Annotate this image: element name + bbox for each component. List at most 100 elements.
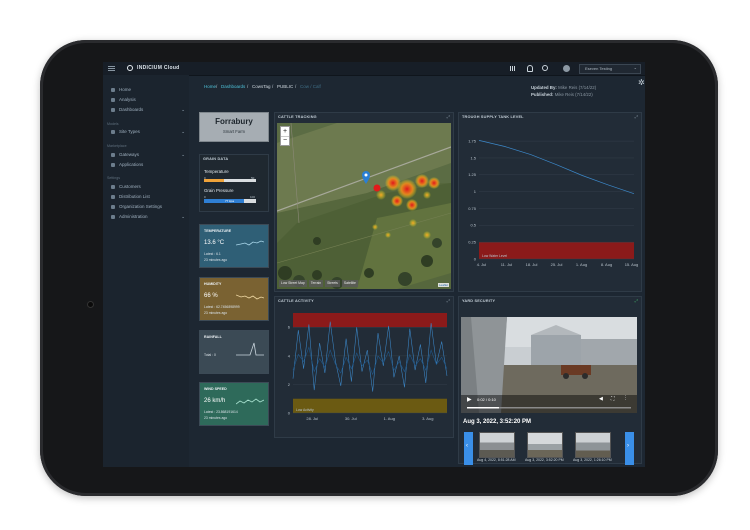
cattle-activity-chart: Low Activity 0 2 4 6 28. Jul 30. Jul 1. Aug 3. A… xyxy=(288,313,448,421)
published-label: Published: xyxy=(531,92,554,97)
y-tick-label: 2 xyxy=(288,382,291,387)
sidebar-item-analysis[interactable]: Analysis xyxy=(111,97,136,102)
map-layer-switcher: Low Street Map Terrain Streets Satellite xyxy=(279,280,358,287)
sidebar-item-org-settings[interactable]: Organization Settings xyxy=(111,204,162,209)
fullscreen-icon[interactable]: ⛶ xyxy=(611,396,615,402)
temperature-tile-value: 13.6 °C xyxy=(204,240,225,246)
sidebar: Home Analysis Dashboards ⌄ Models Site Ty… xyxy=(103,75,189,467)
cattle-activity-widget: CATTLE ACTIVITY ⤢ Low Activity 0 2 4 6 28. Ju… xyxy=(274,296,454,438)
sidebar-item-label: Administration xyxy=(119,214,148,219)
series-line xyxy=(478,140,635,195)
sidebar-item-site-types[interactable]: Site Types ⌄ xyxy=(111,129,185,134)
sidebar-item-label: Site Types xyxy=(119,129,140,134)
video-player[interactable]: ▶ 0:02 / 0:10 ◀ ⛶ ⋮ xyxy=(461,317,637,413)
expand-icon[interactable]: ⤢ xyxy=(447,114,450,119)
wind-speed-tile-value: 26 km/h xyxy=(204,398,226,404)
breadcrumb-home[interactable]: Home xyxy=(204,84,216,89)
updated-by-label: Updated By: xyxy=(531,85,557,90)
thumbnail[interactable] xyxy=(479,432,515,458)
temperature-bar-fill xyxy=(204,179,224,182)
temperature-tile-ago: 23 minutes ago xyxy=(204,258,228,262)
home-icon xyxy=(111,87,115,92)
dashboard-icon xyxy=(111,107,115,112)
sidebar-item-label: Applications xyxy=(119,162,144,167)
sidebar-item-label: Organization Settings xyxy=(119,204,163,209)
wind-speed-tile-ago: 23 minutes ago xyxy=(204,416,228,420)
sitemap-icon xyxy=(111,129,115,134)
x-tick-label: 1. Aug xyxy=(384,416,395,421)
chevron-down-icon: ⌄ xyxy=(181,107,185,112)
bell-icon[interactable] xyxy=(527,65,533,72)
cattle-tracking-title: CATTLE TRACKING xyxy=(278,115,317,119)
list-icon xyxy=(111,194,115,199)
avatar[interactable] xyxy=(563,65,570,72)
settings-gear-icon[interactable]: ✲ xyxy=(638,78,645,87)
breadcrumb-public[interactable]: PUBLIC xyxy=(277,84,293,89)
zoom-in-button[interactable]: + xyxy=(281,127,289,137)
thumb-next-button[interactable]: › xyxy=(625,432,634,465)
rainfall-tile[interactable]: RAINFALL Total : 0 xyxy=(199,330,269,374)
published-value: Mike Reis (7/14/22) xyxy=(554,92,593,97)
zoom-control: + − xyxy=(280,126,290,146)
layer-button[interactable]: Satellite xyxy=(341,280,358,287)
farm-name: Forrabury xyxy=(215,117,253,126)
map-attribution[interactable]: Leaflet xyxy=(437,283,449,287)
more-icon[interactable]: ⋮ xyxy=(623,395,628,401)
breadcrumb-dashboards[interactable]: Dashboards xyxy=(221,84,245,89)
x-tick-label: 18. Jul xyxy=(526,262,538,267)
admin-icon xyxy=(111,214,115,219)
band-label: Low Activity xyxy=(296,408,314,412)
rainfall-tile-total: Total : 0 xyxy=(204,353,216,357)
series-line xyxy=(292,321,448,392)
expand-icon[interactable]: ⤢ xyxy=(447,298,450,303)
sidebar-item-label: Customers xyxy=(119,184,141,189)
sidebar-item-applications[interactable]: Applications xyxy=(111,162,143,167)
chevron-down-icon: ⌄ xyxy=(181,129,185,134)
wind-speed-tile-latest: Latest : 23.868191614 xyxy=(204,410,238,414)
play-icon[interactable]: ▶ xyxy=(467,396,472,403)
y-tick-label: 1.75 xyxy=(468,139,477,144)
sidebar-item-dashboards[interactable]: Dashboards ⌄ xyxy=(111,107,185,112)
sidebar-item-administration[interactable]: Administration ⌄ xyxy=(111,214,185,219)
volume-icon[interactable]: ◀ xyxy=(599,396,603,402)
x-tick-label: 3. Aug xyxy=(422,416,433,421)
sidebar-item-distribution-list[interactable]: Distribution List xyxy=(111,194,150,199)
farm-card: Forrabury Smart Farm xyxy=(199,112,269,142)
temperature-tile[interactable]: TEMPERATURE 13.6 °C Latest : 6.1 23 minu… xyxy=(199,224,269,268)
clock-icon[interactable] xyxy=(542,65,548,71)
trough-level-title: TROUGH SUPPLY TANK LEVEL xyxy=(462,115,524,119)
x-tick-label: 1. Aug xyxy=(576,262,587,267)
y-tick-label: 0 xyxy=(474,256,477,261)
thumbnail[interactable] xyxy=(575,432,611,458)
x-tick-label: 15. Aug xyxy=(625,262,639,267)
sidebar-item-home[interactable]: Home xyxy=(111,87,131,92)
expand-icon[interactable]: ⤢ xyxy=(635,114,638,119)
thumb-prev-button[interactable]: ‹ xyxy=(464,432,473,465)
sidebar-item-customers[interactable]: Customers xyxy=(111,184,141,189)
thumbnail-caption: Aug 3, 2022, 3:52:20 PM xyxy=(525,458,564,462)
apps-grid-icon[interactable] xyxy=(510,66,515,71)
sidebar-item-gateways[interactable]: Gateways ⌄ xyxy=(111,152,185,157)
wind-speed-tile[interactable]: WIND SPEED 26 km/h Latest : 23.868191614… xyxy=(199,382,269,426)
breadcrumb-cowstag[interactable]: CowsTag xyxy=(252,84,271,89)
user-select[interactable]: Eseven Testing ⌄ xyxy=(579,64,641,74)
user-name: Eseven Testing xyxy=(585,66,613,71)
expand-icon[interactable]: ⤢ xyxy=(635,298,638,303)
map[interactable]: + − Low Street Map Terrain Streets Satel… xyxy=(277,123,451,289)
pressure-value: 77 kpa xyxy=(225,199,235,203)
app-screen: INDICIUM Cloud Eseven Testing ⌄ Home Ana… xyxy=(103,62,645,467)
y-tick-label: 0.75 xyxy=(468,206,477,211)
menu-icon[interactable] xyxy=(108,66,115,67)
humidity-tile[interactable]: HUMIDITY 66 % Latest : 62.7456898999 23 … xyxy=(199,277,269,321)
users-icon xyxy=(111,184,115,189)
updated-by: Updated By: Mike Reis (7/14/22) xyxy=(531,85,596,90)
humidity-sparkline xyxy=(236,294,264,300)
layer-button[interactable]: Terrain xyxy=(308,280,324,287)
humidity-tile-ago: 23 minutes ago xyxy=(204,311,228,315)
zoom-out-button[interactable]: − xyxy=(281,137,289,145)
breadcrumb-current: Cow / Calf xyxy=(300,84,321,89)
layer-button[interactable]: Streets xyxy=(325,280,340,287)
layer-button[interactable]: Low Street Map xyxy=(279,280,307,287)
thumbnail[interactable] xyxy=(527,432,563,458)
video-timestamp: Aug 3, 2022, 3:52:20 PM xyxy=(463,419,532,425)
